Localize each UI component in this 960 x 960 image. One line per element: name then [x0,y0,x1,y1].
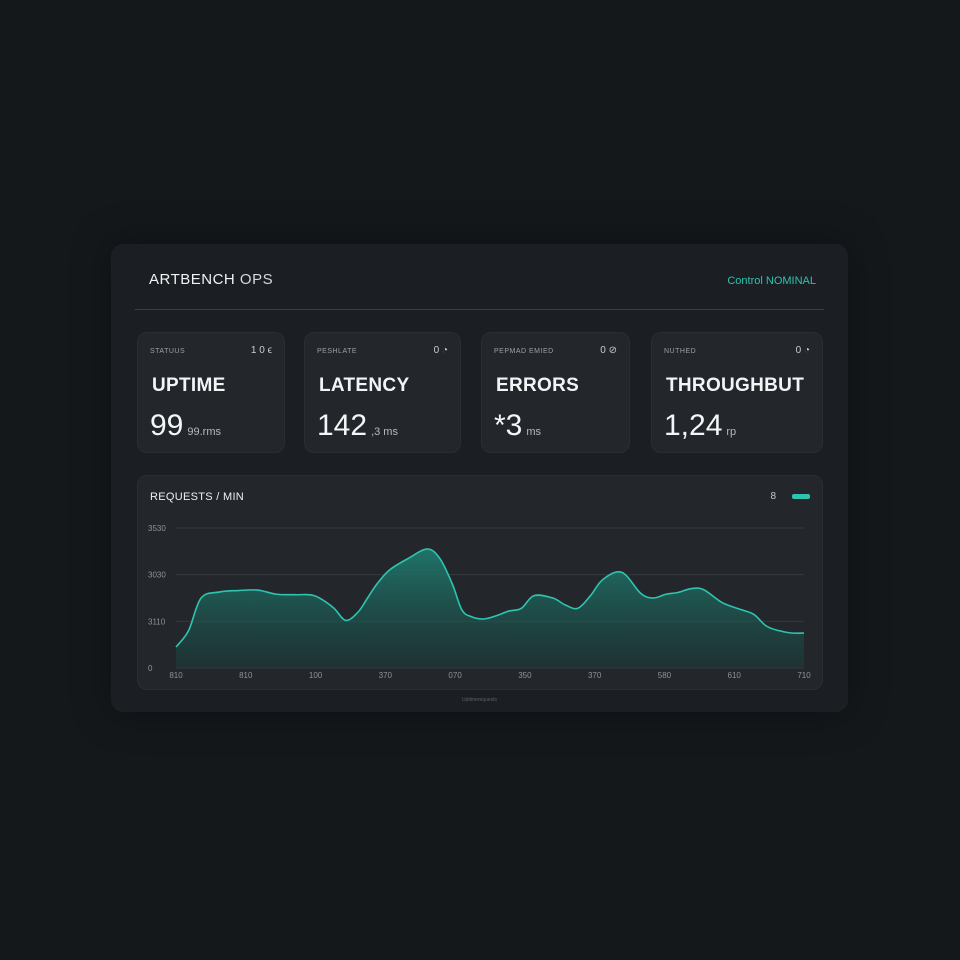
metric-value-number: 142 [317,409,368,442]
x-tick-label: 580 [658,671,672,680]
metric-card-value: 99 99.rms [150,409,221,443]
y-tick-label: 0 [148,664,153,673]
system-status: Control NOMINAL [727,275,816,287]
x-tick-label: 610 [728,671,742,680]
metric-card-icons: 0 ⊘ [600,345,617,356]
metric-card-value: *3 ms [494,409,541,443]
y-tick-label: 3030 [148,571,166,580]
metric-card-label: NUTHED [664,348,697,355]
metric-card-title: UPTIME [152,375,226,396]
metric-card-icons: 1 0 ϵ [250,345,272,356]
requests-chart-card: REQUESTS / MIN 8 3530 3030 3110 0 810 810 100 3… [137,475,823,690]
metric-card-errors[interactable]: PEPMAD EMIED 0 ⊘ ERRORS *3 ms [481,332,630,453]
y-tick-label: 3530 [148,524,166,533]
x-tick-label: 370 [588,671,602,680]
x-tick-label: 350 [518,671,532,680]
metric-card-icons: 0 ◔ [433,345,448,356]
metric-card-value: 142,3 ms [317,409,398,443]
y-tick-label: 3110 [148,617,166,626]
metric-card-label: PEPMAD EMIED [494,348,554,355]
metric-card-latency[interactable]: PESHLATE 0 ◔ LATENCY 142,3 ms [304,332,461,453]
chart-footnote: Uptimerequests [461,697,497,703]
series-area [176,549,804,668]
x-tick-label: 100 [309,671,323,680]
metric-card-title: ERRORS [496,375,580,396]
metric-card-title: LATENCY [319,375,410,396]
metric-cards: STATUUS 1 0 ϵ UPTIME 99 99.rms PESHLATE 0… [137,332,823,453]
x-tick-label: 810 [239,671,253,680]
metric-card-value: 1,24 rp [664,409,736,443]
x-tick-label: 370 [379,671,393,680]
header: ARTBENCH OPS Control NOMINAL [135,244,824,310]
metric-value-number: 1,24 [664,409,723,442]
metric-value-unit: ,3 ms [371,426,398,438]
requests-area-chart: 3530 3030 3110 0 810 810 100 370 070 350 370 580 610… [148,524,811,680]
metric-card-uptime[interactable]: STATUUS 1 0 ϵ UPTIME 99 99.rms [137,332,285,453]
metric-value-unit: rp [726,426,737,438]
metric-card-label: STATUUS [150,348,186,355]
metric-card-label: PESHLATE [317,348,358,355]
metric-card-throughput[interactable]: NUTHED 0 ◔ THROUGHBUT 1,24 rp [651,332,823,453]
metric-value-number: 99 [150,409,184,442]
dashboard-panel: ARTBENCH OPS Control NOMINAL STATUUS 1 0… [111,244,848,712]
x-tick-label: 070 [448,671,462,680]
metric-card-title: THROUGHBUT [666,375,805,396]
x-tick-label: 810 [169,671,183,680]
brand-suffix: OPS [239,271,274,288]
metric-value-unit: ms [526,426,542,438]
brand-name: ARTBENCH [149,271,236,288]
metric-card-icons: 0 ◔ [795,345,810,356]
x-tick-label: 710 [797,671,811,680]
metric-value-number: *3 [494,409,523,442]
metric-value-unit: 99.rms [187,426,221,438]
app-title: ARTBENCH OPS [149,271,273,288]
